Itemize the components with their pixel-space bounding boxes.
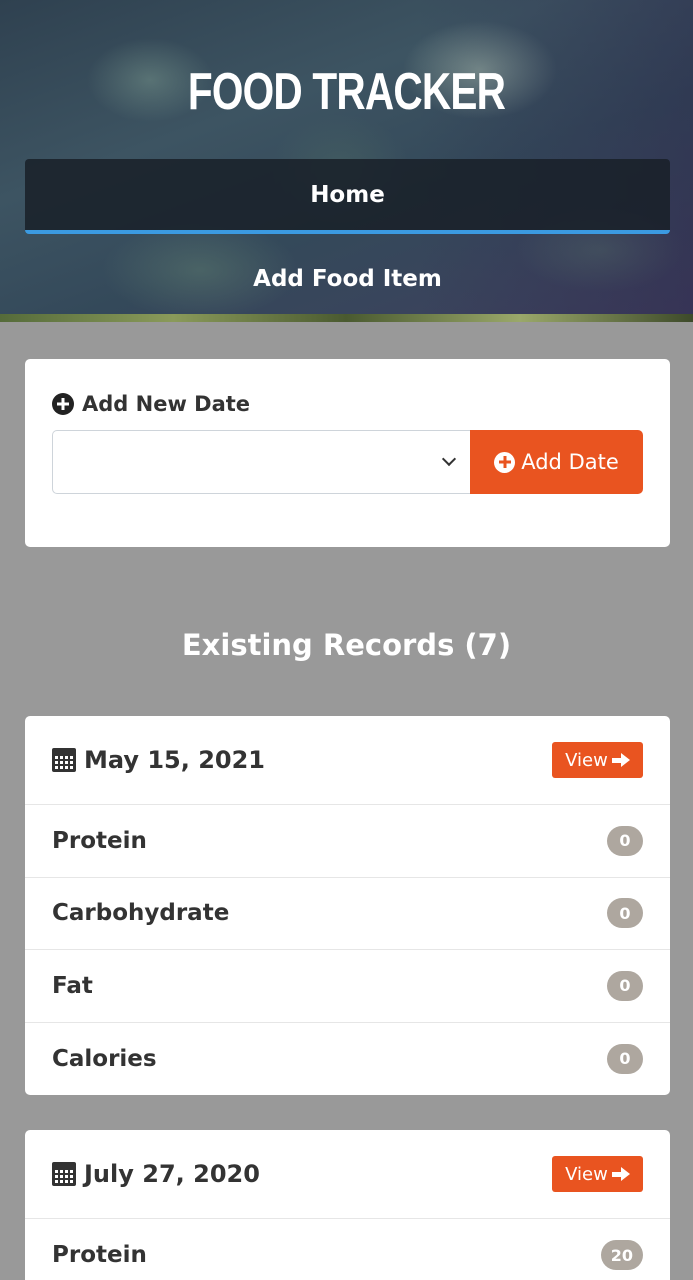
view-button[interactable]: View: [552, 1156, 643, 1192]
nutrient-badge: 0: [607, 825, 643, 856]
chevron-down-icon: [441, 451, 457, 467]
nutrient-label: Protein: [52, 1242, 147, 1269]
nutrient-badge: 0: [607, 898, 643, 929]
plus-circle-icon: [494, 451, 516, 473]
nutrient-badge: 20: [600, 1240, 643, 1271]
add-date-label: Add New Date: [82, 392, 251, 416]
list-item: Fat 0: [25, 950, 670, 1023]
add-date-button-label: Add Date: [521, 450, 619, 474]
list-item: Protein 20: [25, 1219, 670, 1280]
nutrient-label: Calories: [52, 1045, 157, 1072]
calendar-icon: [52, 1162, 76, 1186]
record-header: May 15, 2021 View: [25, 716, 670, 805]
arrow-right-icon: [611, 753, 630, 767]
record-card: May 15, 2021 View Protein 0 Carbohydrate…: [25, 716, 670, 1095]
existing-records-title: Existing Records (7): [181, 628, 512, 662]
record-header: July 27, 2020 View: [25, 1130, 670, 1219]
nutrient-badge: 0: [607, 1043, 643, 1074]
date-select[interactable]: [52, 430, 470, 494]
record-card: July 27, 2020 View Protein 20: [25, 1130, 670, 1280]
plus-circle-icon: [52, 393, 74, 415]
nutrient-badge: 0: [607, 970, 643, 1001]
record-date-row: July 27, 2020: [52, 1160, 260, 1188]
nav-item-add-food-item[interactable]: Add Food Item: [25, 244, 670, 314]
calendar-icon: [52, 748, 76, 772]
nutrient-label: Fat: [52, 972, 93, 999]
nutrient-label: Protein: [52, 827, 147, 854]
list-item: Protein 0: [25, 805, 670, 878]
add-date-button[interactable]: Add Date: [470, 430, 643, 494]
nav-item-home[interactable]: Home: [25, 159, 670, 234]
nutrient-label: Carbohydrate: [52, 900, 230, 927]
arrow-right-icon: [611, 1167, 630, 1181]
add-date-label-row: Add New Date: [52, 392, 250, 416]
app-header: FOOD TRACKER Home Add Food Item: [0, 0, 693, 322]
app-title: FOOD TRACKER: [187, 63, 506, 121]
list-item: Carbohydrate 0: [25, 878, 670, 950]
record-date: July 27, 2020: [84, 1160, 260, 1188]
record-date: May 15, 2021: [84, 746, 266, 774]
view-button-label: View: [565, 1163, 608, 1185]
list-item: Calories 0: [25, 1023, 670, 1096]
add-date-card: Add New Date Add Date: [25, 359, 670, 547]
record-date-row: May 15, 2021: [52, 746, 265, 774]
view-button[interactable]: View: [552, 742, 643, 778]
view-button-label: View: [565, 749, 608, 771]
